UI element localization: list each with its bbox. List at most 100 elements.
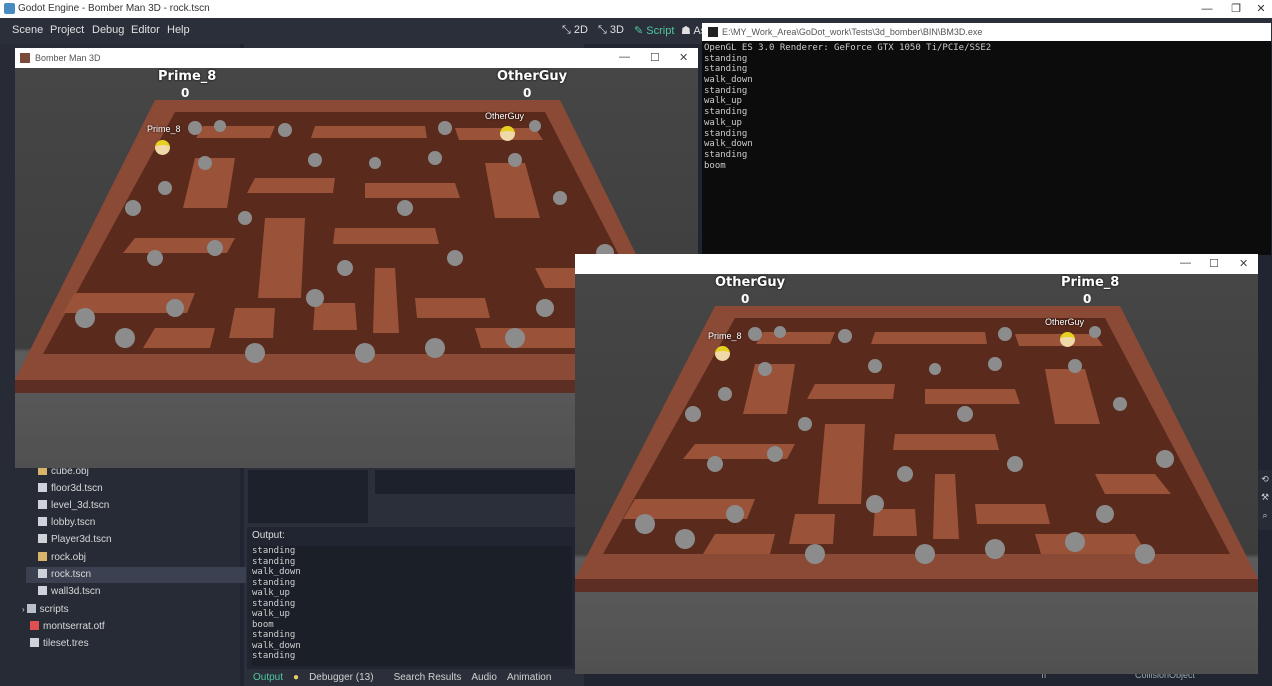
output-line: standing bbox=[252, 577, 296, 588]
file-label: Player3d.tscn bbox=[51, 534, 112, 545]
minimize-button[interactable]: — bbox=[1180, 257, 1191, 269]
file-item[interactable]: wall3d.tscn bbox=[38, 584, 100, 600]
mode-script-label: Script bbox=[646, 25, 675, 37]
menu-help[interactable]: Help bbox=[167, 24, 190, 36]
file-label: rock.obj bbox=[51, 552, 87, 563]
player-a-avatar bbox=[155, 140, 170, 155]
file-item[interactable]: Player3d.tscn bbox=[38, 532, 112, 548]
console-line: walk_up bbox=[704, 96, 742, 107]
file-item[interactable]: floor3d.tscn bbox=[38, 481, 103, 497]
player-label-a: Prime_8 bbox=[147, 124, 181, 134]
tab-debugger-label: Debugger (13) bbox=[309, 672, 374, 683]
console-line: standing bbox=[704, 64, 748, 75]
player-b-avatar bbox=[1060, 332, 1075, 347]
console-line: walk_down bbox=[704, 139, 753, 150]
console-line: standing bbox=[704, 149, 748, 160]
mode-script-button[interactable]: ✎ Script bbox=[634, 24, 674, 37]
close-button[interactable]: ✕ bbox=[679, 51, 688, 64]
output-line: walk_up bbox=[252, 609, 290, 619]
console-line: standing bbox=[704, 107, 748, 118]
file-label: wall3d.tscn bbox=[51, 586, 101, 597]
console-line: standing bbox=[704, 85, 748, 96]
editor-viewport-fragment bbox=[248, 470, 368, 523]
maximize-button[interactable]: ❐ bbox=[1222, 1, 1250, 17]
console-line: OpenGL ES 3.0 Renderer: GeForce GTX 1050… bbox=[704, 43, 992, 53]
console-window[interactable]: E:\MY_Work_Area\GoDot_work\Tests\3d_bomb… bbox=[702, 23, 1271, 255]
tab-output[interactable]: Output bbox=[253, 672, 283, 683]
console-line: walk_down bbox=[704, 75, 753, 86]
minimize-button[interactable]: — bbox=[619, 51, 630, 63]
player-a-avatar bbox=[715, 346, 730, 361]
history-icon[interactable]: ⟲ bbox=[1258, 470, 1272, 488]
script-icon: ✎ bbox=[634, 25, 644, 37]
tab-search-results[interactable]: Search Results bbox=[394, 672, 462, 683]
scene-icon bbox=[38, 569, 47, 578]
output-log[interactable]: standing standing walk_down standing walk_up… bbox=[252, 546, 572, 666]
console-titlebar: E:\MY_Work_Area\GoDot_work\Tests\3d_bomb… bbox=[702, 23, 1271, 41]
hud-player2-score: 0 bbox=[523, 86, 532, 100]
player-label-b: OtherGuy bbox=[1045, 317, 1085, 327]
tab-debugger[interactable]: ● Debugger (13) bbox=[293, 672, 384, 683]
menu-project[interactable]: Project bbox=[50, 24, 84, 36]
scene-icon bbox=[38, 500, 47, 509]
menu-scene[interactable]: Scene bbox=[12, 24, 43, 36]
file-item[interactable]: level_3d.tscn bbox=[38, 498, 109, 514]
maximize-button[interactable]: ☐ bbox=[650, 51, 660, 64]
tools-icon[interactable]: ⚒ bbox=[1258, 488, 1272, 506]
file-item[interactable]: rock.obj bbox=[38, 550, 86, 566]
output-title: Output: bbox=[252, 530, 285, 541]
file-label: floor3d.tscn bbox=[51, 483, 103, 494]
menu-editor[interactable]: Editor bbox=[131, 24, 160, 36]
folder-item[interactable]: › scripts bbox=[22, 602, 69, 618]
file-item[interactable]: lobby.tscn bbox=[38, 515, 95, 531]
file-item[interactable]: montserrat.otf bbox=[30, 619, 105, 635]
minimize-button[interactable]: — bbox=[1193, 1, 1221, 17]
hud-player1-score: 0 bbox=[181, 86, 190, 100]
console-title: E:\MY_Work_Area\GoDot_work\Tests\3d_bomb… bbox=[722, 27, 983, 37]
console-line: standing bbox=[704, 53, 748, 64]
hud-player2-name: Prime_8 bbox=[1061, 275, 1120, 290]
console-line: boom bbox=[704, 160, 726, 171]
game-window-2-titlebar: — ☐ ✕ bbox=[575, 254, 1258, 274]
inspector-box bbox=[375, 470, 580, 494]
right-toolbar: ⟲ ⚒ ⌕ bbox=[1258, 470, 1272, 530]
mode-3d-button[interactable]: ⤡ 3D bbox=[598, 24, 624, 37]
tab-audio[interactable]: Audio bbox=[471, 672, 497, 683]
game-window-2[interactable]: — ☐ ✕ OtherGuy 0 Prime_8 0 Prime_8 Other… bbox=[575, 254, 1258, 674]
mode-3d-label: 3D bbox=[609, 24, 624, 36]
output-line: walk_down bbox=[252, 567, 301, 577]
file-label: lobby.tscn bbox=[51, 517, 96, 528]
hud-player2-name: OtherGuy bbox=[497, 69, 568, 84]
maximize-button[interactable]: ☐ bbox=[1209, 257, 1219, 270]
file-label: level_3d.tscn bbox=[51, 500, 110, 511]
output-line: standing bbox=[252, 546, 296, 556]
resource-icon bbox=[30, 638, 39, 647]
file-tree: cube.obj floor3d.tscn level_3d.tscn lobb… bbox=[0, 462, 246, 662]
folder-label: scripts bbox=[39, 604, 69, 615]
file-label: montserrat.otf bbox=[43, 621, 105, 632]
game-viewport[interactable]: OtherGuy 0 Prime_8 0 Prime_8 OtherGuy bbox=[575, 274, 1258, 674]
godot-icon bbox=[4, 3, 15, 14]
file-item[interactable]: tileset.tres bbox=[30, 636, 89, 652]
close-button[interactable]: ✕ bbox=[1247, 1, 1272, 17]
scene-icon bbox=[38, 517, 47, 526]
game-window-1-title: Bomber Man 3D bbox=[35, 53, 101, 63]
2d-icon: ⤡ bbox=[562, 24, 571, 36]
player-b-avatar bbox=[500, 126, 515, 141]
mode-2d-button[interactable]: ⤡ 2D bbox=[562, 24, 588, 37]
hud-player1-name: Prime_8 bbox=[158, 69, 217, 84]
menu-debug[interactable]: Debug bbox=[92, 24, 124, 36]
console-log: OpenGL ES 3.0 Renderer: GeForce GTX 1050… bbox=[704, 43, 1264, 171]
close-button[interactable]: ✕ bbox=[1239, 257, 1248, 270]
player-label-b: OtherGuy bbox=[485, 111, 525, 121]
scene-icon bbox=[38, 483, 47, 492]
search-icon[interactable]: ⌕ bbox=[1258, 506, 1272, 524]
file-label: tileset.tres bbox=[43, 638, 89, 649]
os-title-bar: Godot Engine - Bomber Man 3D - rock.tscn… bbox=[0, 0, 1272, 18]
file-label: rock.tscn bbox=[51, 569, 92, 580]
output-line: standing bbox=[252, 556, 296, 567]
output-line: standing bbox=[252, 630, 296, 640]
tab-animation[interactable]: Animation bbox=[507, 672, 551, 683]
file-item-selected[interactable]: rock.tscn bbox=[26, 567, 246, 583]
font-icon bbox=[30, 621, 39, 630]
